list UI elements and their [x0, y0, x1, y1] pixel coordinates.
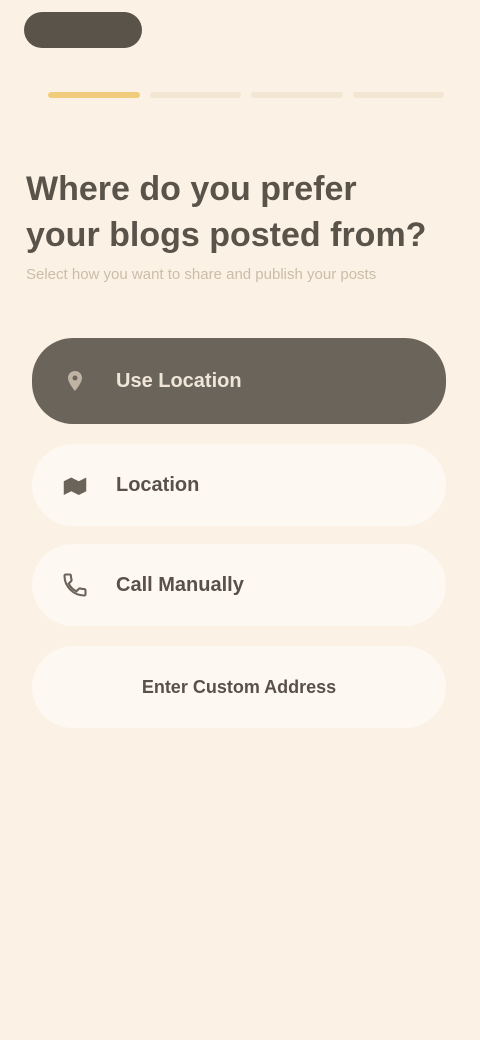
- phone-icon: [60, 570, 90, 600]
- progress-step-1: [48, 92, 140, 98]
- option-label: Enter Custom Address: [141, 677, 337, 697]
- option-enter-custom-address[interactable]: Enter Custom Address: [32, 646, 446, 728]
- status-pill: [24, 12, 142, 48]
- progress-step-3: [251, 92, 343, 98]
- option-call-manually[interactable]: Call Manually: [32, 544, 446, 626]
- option-use-location[interactable]: Use Location: [32, 338, 446, 424]
- map-icon: [60, 470, 90, 500]
- option-label: Use Location: [116, 370, 242, 392]
- location-icon: [60, 366, 90, 396]
- page-subtitle: Select how you want to share and publish…: [26, 266, 377, 283]
- progress-step-4: [352, 92, 444, 98]
- option-label: Location: [116, 474, 200, 496]
- progress-indicator: [48, 92, 444, 98]
- option-location[interactable]: Location: [32, 444, 446, 526]
- progress-step-2: [149, 92, 241, 98]
- option-label: Call Manually: [116, 574, 244, 596]
- page-title: Where do you prefer your blogs posted fr…: [26, 170, 427, 254]
